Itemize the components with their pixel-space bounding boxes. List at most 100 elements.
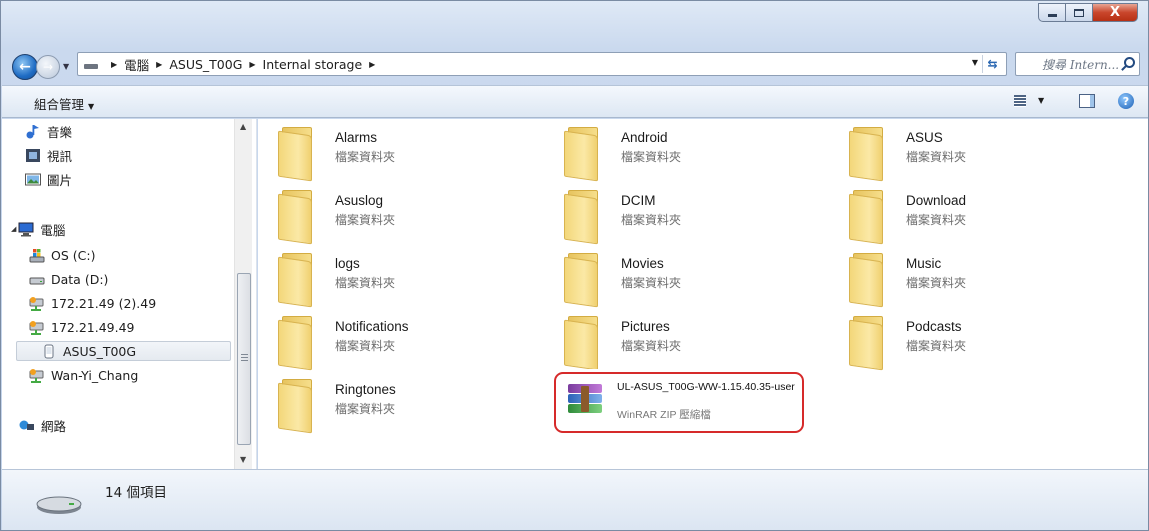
breadcrumb-storage[interactable]: Internal storage: [263, 57, 363, 72]
back-button[interactable]: ←: [12, 54, 38, 80]
pictures-icon: [25, 172, 42, 187]
network-drive-icon: [29, 296, 46, 311]
item-name: Music: [906, 256, 942, 271]
search-input[interactable]: 搜尋 Intern...: [1015, 52, 1140, 76]
item-type: 檔案資料夾: [335, 150, 396, 164]
address-dropdown-icon[interactable]: ▼: [972, 58, 978, 67]
sidebar-item-video[interactable]: 視訊: [25, 145, 72, 165]
grip-icon: [241, 354, 248, 362]
item-type: 檔案資料夾: [621, 213, 682, 227]
folder-android[interactable]: Android 檔案資料夾: [544, 119, 824, 182]
item-name: Ringtones: [335, 382, 396, 397]
help-button[interactable]: ?: [1118, 93, 1134, 109]
address-row: ← → ▼ ▶ 電腦 ▶ ASUS_T00G ▶ Internal storag…: [1, 39, 1148, 83]
item-name: Podcasts: [906, 319, 962, 334]
item-type: 檔案資料夾: [335, 276, 396, 290]
sidebar-item-label: Data (D:): [51, 271, 109, 287]
item-type: 檔案資料夾: [621, 339, 682, 353]
item-type: 檔案資料夾: [335, 402, 396, 416]
folder-icon: [564, 253, 602, 308]
sidebar-item-label: 音樂: [47, 124, 73, 140]
folder-icon: [564, 190, 602, 245]
item-type: 檔案資料夾: [335, 213, 396, 227]
folder-icon: [849, 127, 887, 182]
video-icon: [25, 148, 42, 163]
refresh-button[interactable]: ⇆: [982, 55, 1002, 73]
minimize-button[interactable]: [1038, 3, 1065, 22]
folder-dcim[interactable]: DCIM 檔案資料夾: [544, 182, 824, 245]
folder-logs[interactable]: logs 檔案資料夾: [258, 245, 538, 308]
search-placeholder: 搜尋 Intern...: [1042, 57, 1120, 72]
close-button[interactable]: X: [1092, 3, 1138, 22]
folder-icon: [849, 190, 887, 245]
breadcrumb-device[interactable]: ASUS_T00G: [169, 57, 242, 72]
views-dropdown-icon[interactable]: ▼: [1038, 96, 1044, 105]
folder-movies[interactable]: Movies 檔案資料夾: [544, 245, 824, 308]
scrollbar-thumb[interactable]: [237, 273, 251, 445]
scroll-up-icon[interactable]: ▲: [240, 122, 246, 131]
sidebar-item-label: 圖片: [47, 172, 73, 188]
scroll-down-icon[interactable]: ▼: [240, 455, 246, 464]
sidebar-item-network[interactable]: 網路: [19, 415, 66, 435]
organize-menu[interactable]: 組合管理 ▼: [34, 94, 94, 113]
sidebar-item-label: 172.21.49 (2).49: [51, 295, 157, 311]
command-bar: 組合管理 ▼ ▼ ?: [2, 85, 1148, 118]
sidebar-item-label: 網路: [41, 418, 67, 434]
explorer-window: X ← → ▼ ▶ 電腦 ▶ ASUS_T00G ▶ Internal stor…: [0, 0, 1149, 531]
breadcrumb-separator-icon[interactable]: ▶: [249, 60, 255, 69]
breadcrumb-separator-icon[interactable]: ▶: [369, 60, 375, 69]
folder-asus[interactable]: ASUS 檔案資料夾: [829, 119, 1109, 182]
minimize-icon: [1047, 14, 1057, 17]
address-bar[interactable]: ▶ 電腦 ▶ ASUS_T00G ▶ Internal storage ▶ ▼ …: [77, 52, 1007, 76]
folder-ringtones[interactable]: Ringtones 檔案資料夾: [258, 371, 538, 434]
sidebar-item-data-drive[interactable]: Data (D:): [29, 269, 108, 289]
breadcrumb-separator-icon[interactable]: ▶: [111, 60, 117, 69]
folder-asuslog[interactable]: Asuslog 檔案資料夾: [258, 182, 538, 245]
sidebar-item-computer[interactable]: ◢ 電腦: [11, 219, 65, 239]
item-count: 14 個項目: [105, 485, 167, 501]
folder-music[interactable]: Music 檔案資料夾: [829, 245, 1109, 308]
navigation-pane: 音樂 視訊 圖片 ◢ 電腦 OS (C:) Data (D:) 172.21.4…: [2, 119, 257, 469]
folder-icon: [278, 127, 316, 182]
breadcrumb-computer[interactable]: 電腦: [124, 55, 149, 74]
archive-file-name: UL-ASUS_T00G-WW-1.15.40.35-user: [617, 381, 795, 393]
expand-icon[interactable]: ◢: [11, 225, 16, 233]
sidebar-item-network-drive-1[interactable]: 172.21.49 (2).49: [29, 293, 156, 313]
sidebar-scrollbar[interactable]: ▲ ▼: [234, 119, 252, 469]
sidebar-item-os-drive[interactable]: OS (C:): [29, 245, 95, 265]
chevron-down-icon: ▼: [88, 102, 95, 111]
search-icon[interactable]: [1124, 57, 1135, 68]
sidebar-item-music[interactable]: 音樂: [25, 121, 72, 141]
sidebar-item-asus-t00g[interactable]: ASUS_T00G: [16, 341, 231, 361]
recent-pages-dropdown[interactable]: ▼: [63, 62, 69, 71]
archive-file-type: WinRAR ZIP 壓縮檔: [617, 409, 711, 421]
item-name: Android: [621, 130, 668, 145]
preview-pane-icon[interactable]: [1079, 94, 1095, 108]
item-type: 檔案資料夾: [335, 339, 396, 353]
network-drive-icon: [29, 320, 46, 335]
breadcrumb-separator-icon[interactable]: ▶: [156, 60, 162, 69]
folder-icon: [564, 127, 602, 182]
folder-download[interactable]: Download 檔案資料夾: [829, 182, 1109, 245]
folder-podcasts[interactable]: Podcasts 檔案資料夾: [829, 308, 1109, 371]
sidebar-item-pictures[interactable]: 圖片: [25, 169, 72, 189]
folder-pictures[interactable]: Pictures 檔案資料夾: [544, 308, 824, 371]
sidebar-item-network-drive-2[interactable]: 172.21.49.49: [29, 317, 135, 337]
sidebar-item-label: ASUS_T00G: [63, 343, 137, 359]
forward-button[interactable]: →: [36, 55, 60, 79]
maximize-button[interactable]: [1065, 3, 1092, 22]
folder-icon: [278, 316, 316, 371]
views-icon[interactable]: [1014, 95, 1026, 107]
folder-notifications[interactable]: Notifications 檔案資料夾: [258, 308, 538, 371]
device-icon: [84, 64, 98, 69]
device-drive-icon: [35, 494, 83, 516]
drive-os-icon: [29, 248, 46, 263]
caption-buttons: X: [1038, 3, 1138, 22]
forward-arrow-icon: →: [42, 60, 54, 74]
sidebar-item-label: OS (C:): [51, 247, 96, 263]
back-arrow-icon: ←: [19, 59, 31, 75]
folder-alarms[interactable]: Alarms 檔案資料夾: [258, 119, 538, 182]
drive-icon: [29, 272, 46, 287]
item-type: 檔案資料夾: [906, 213, 967, 227]
sidebar-item-wan-yi-chang[interactable]: Wan-Yi_Chang: [29, 365, 138, 385]
